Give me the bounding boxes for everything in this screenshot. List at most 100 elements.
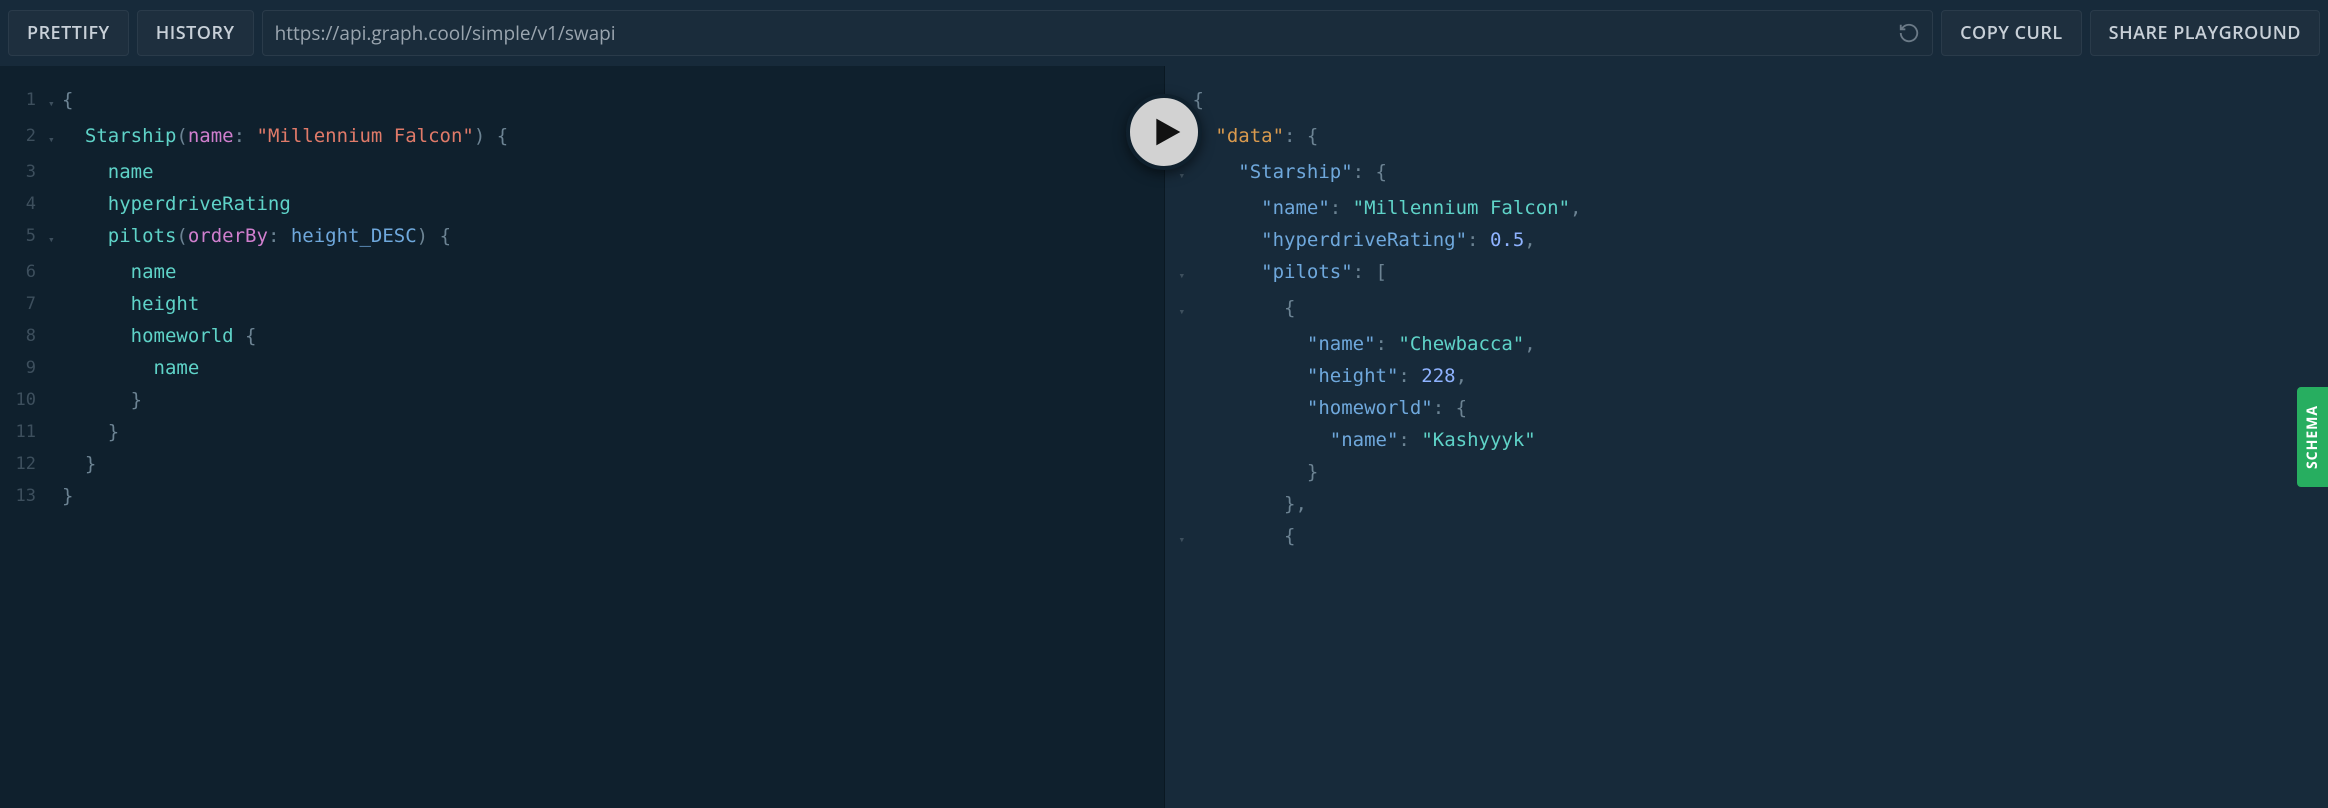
fold-toggle-icon	[48, 352, 62, 356]
fold-toggle-icon	[1179, 488, 1193, 492]
code-content: hyperdriveRating	[62, 188, 1164, 220]
code-content: height	[62, 288, 1164, 320]
fold-toggle-icon[interactable]: ▾	[1179, 520, 1193, 556]
line-number: 12	[0, 448, 48, 480]
main-split: 1▾{2▾ Starship(name: "Millennium Falcon"…	[0, 66, 2328, 808]
line-number: 6	[0, 256, 48, 288]
code-content: "name": "Millennium Falcon",	[1193, 192, 2328, 224]
query-line: 4 hyperdriveRating	[0, 188, 1164, 220]
result-line: }	[1165, 456, 2328, 488]
fold-toggle-icon	[1179, 224, 1193, 228]
fold-toggle-icon	[48, 156, 62, 160]
endpoint-url-bar[interactable]	[262, 10, 1934, 56]
query-line: 9 name	[0, 352, 1164, 384]
fold-toggle-icon	[48, 416, 62, 420]
code-content: "Starship": {	[1193, 156, 2328, 188]
app-root: PRETTIFY HISTORY COPY CURL SHARE PLAYGRO…	[0, 0, 2328, 808]
fold-toggle-icon[interactable]: ▾	[48, 120, 62, 156]
code-content: }	[1193, 456, 2328, 488]
fold-toggle-icon	[48, 288, 62, 292]
result-line: "name": "Kashyyyk"	[1165, 424, 2328, 456]
query-editor[interactable]: 1▾{2▾ Starship(name: "Millennium Falcon"…	[0, 66, 1165, 808]
code-content: name	[62, 256, 1164, 288]
code-content: {	[62, 84, 1164, 116]
query-line: 3 name	[0, 156, 1164, 188]
code-content: "homeworld": {	[1193, 392, 2328, 424]
query-line: 11 }	[0, 416, 1164, 448]
query-line: 13}	[0, 480, 1164, 512]
result-line: },	[1165, 488, 2328, 520]
line-number: 7	[0, 288, 48, 320]
reload-icon[interactable]	[1898, 22, 1920, 44]
endpoint-url-input[interactable]	[275, 20, 1899, 46]
fold-toggle-icon	[48, 320, 62, 324]
code-content: }	[62, 480, 1164, 512]
code-content: "height": 228,	[1193, 360, 2328, 392]
line-number: 9	[0, 352, 48, 384]
result-line: "name": "Millennium Falcon",	[1165, 192, 2328, 224]
fold-toggle-icon	[48, 480, 62, 484]
query-line: 7 height	[0, 288, 1164, 320]
query-line: 5▾ pilots(orderBy: height_DESC) {	[0, 220, 1164, 256]
query-line: 10 }	[0, 384, 1164, 416]
query-line: 8 homeworld {	[0, 320, 1164, 352]
line-number: 13	[0, 480, 48, 512]
code-content: {	[1193, 84, 2328, 116]
line-number: 11	[0, 416, 48, 448]
line-number: 2	[0, 120, 48, 152]
fold-toggle-icon[interactable]: ▾	[48, 220, 62, 256]
result-viewer[interactable]: ▾{▾ "data": {▾ "Starship": { "name": "Mi…	[1165, 66, 2328, 808]
code-content: "name": "Chewbacca",	[1193, 328, 2328, 360]
code-content: Starship(name: "Millennium Falcon") {	[62, 120, 1164, 152]
result-line: "hyperdriveRating": 0.5,	[1165, 224, 2328, 256]
code-content: }	[62, 384, 1164, 416]
result-line: ▾ "pilots": [	[1165, 256, 2328, 292]
query-line: 1▾{	[0, 84, 1164, 120]
line-number: 5	[0, 220, 48, 252]
fold-toggle-icon	[1179, 328, 1193, 332]
toolbar: PRETTIFY HISTORY COPY CURL SHARE PLAYGRO…	[0, 0, 2328, 66]
code-content: }	[62, 416, 1164, 448]
query-line: 12 }	[0, 448, 1164, 480]
prettify-button[interactable]: PRETTIFY	[8, 10, 129, 56]
fold-toggle-icon	[48, 256, 62, 260]
fold-toggle-icon	[1179, 360, 1193, 364]
fold-toggle-icon	[48, 448, 62, 452]
code-content: "data": {	[1193, 120, 2328, 152]
code-content: name	[62, 156, 1164, 188]
query-line: 2▾ Starship(name: "Millennium Falcon") {	[0, 120, 1164, 156]
result-line: ▾{	[1165, 84, 2328, 120]
code-content: "name": "Kashyyyk"	[1193, 424, 2328, 456]
query-line: 6 name	[0, 256, 1164, 288]
line-number: 8	[0, 320, 48, 352]
line-number: 4	[0, 188, 48, 220]
code-content: },	[1193, 488, 2328, 520]
code-content: pilots(orderBy: height_DESC) {	[62, 220, 1164, 252]
history-button[interactable]: HISTORY	[137, 10, 254, 56]
line-number: 10	[0, 384, 48, 416]
play-icon	[1151, 116, 1183, 148]
result-line: ▾ {	[1165, 292, 2328, 328]
execute-button[interactable]	[1126, 94, 1202, 170]
code-content: }	[62, 448, 1164, 480]
line-number: 1	[0, 84, 48, 116]
copy-curl-button[interactable]: COPY CURL	[1941, 10, 2082, 56]
code-content: "hyperdriveRating": 0.5,	[1193, 224, 2328, 256]
share-playground-button[interactable]: SHARE PLAYGROUND	[2090, 10, 2320, 56]
fold-toggle-icon	[1179, 192, 1193, 196]
code-content: "pilots": [	[1193, 256, 2328, 288]
fold-toggle-icon	[48, 188, 62, 192]
result-line: "height": 228,	[1165, 360, 2328, 392]
schema-tab[interactable]: SCHEMA	[2297, 387, 2328, 487]
fold-toggle-icon	[1179, 392, 1193, 396]
result-line: ▾ "data": {	[1165, 120, 2328, 156]
code-content: {	[1193, 292, 2328, 324]
code-content: homeworld {	[62, 320, 1164, 352]
fold-toggle-icon[interactable]: ▾	[48, 84, 62, 120]
result-line: "homeworld": {	[1165, 392, 2328, 424]
fold-toggle-icon	[48, 384, 62, 388]
fold-toggle-icon[interactable]: ▾	[1179, 292, 1193, 328]
result-line: "name": "Chewbacca",	[1165, 328, 2328, 360]
fold-toggle-icon	[1179, 456, 1193, 460]
fold-toggle-icon[interactable]: ▾	[1179, 256, 1193, 292]
